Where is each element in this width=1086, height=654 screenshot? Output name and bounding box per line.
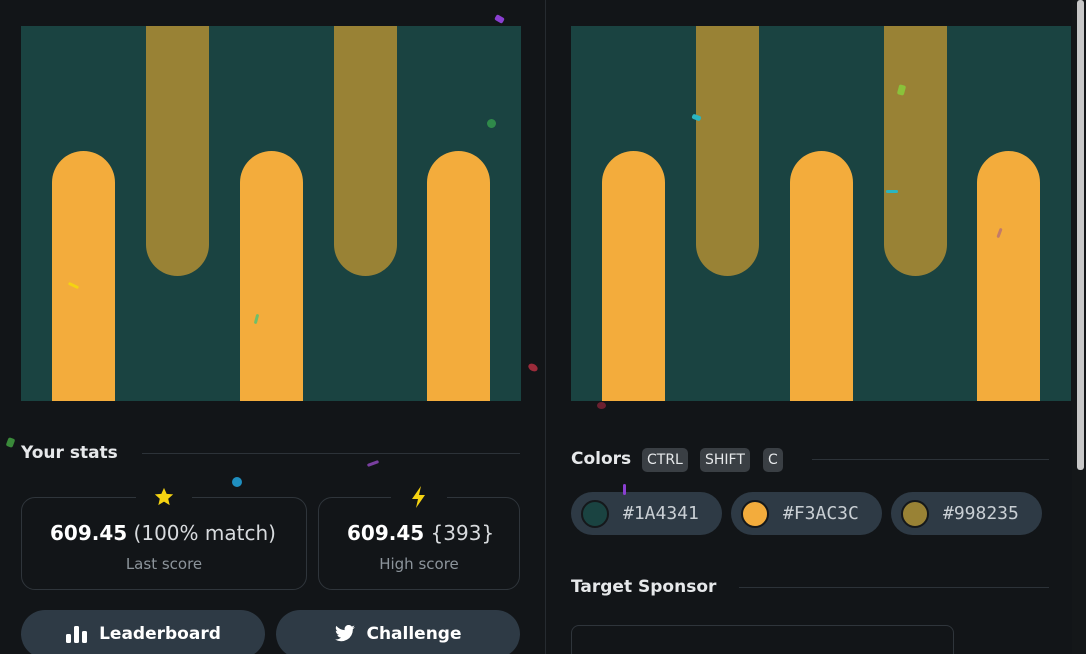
scrollbar-thumb[interactable] xyxy=(1077,0,1084,470)
orange-pill-shape xyxy=(240,151,303,401)
leaderboard-label: Leaderboard xyxy=(99,624,221,644)
last-score-value: 609.45 (100% match) xyxy=(50,521,276,545)
colors-rule xyxy=(812,459,1049,460)
olive-pill-shape xyxy=(884,26,947,276)
stats-title: Your stats xyxy=(21,443,118,463)
swatch-dot xyxy=(901,499,929,528)
orange-pill-shape xyxy=(602,151,665,401)
challenge-button[interactable]: Challenge xyxy=(276,610,520,654)
orange-pill-shape xyxy=(790,151,853,401)
color-swatch-3[interactable]: #998235 xyxy=(891,492,1042,535)
high-score-extra: {393} xyxy=(430,521,495,545)
star-icon xyxy=(136,484,192,510)
lightning-icon xyxy=(391,484,447,510)
orange-pill-shape xyxy=(977,151,1040,401)
confetti-piece xyxy=(886,190,898,193)
color-swatch-1[interactable]: #1A4341 xyxy=(571,492,722,535)
sponsor-rule xyxy=(739,587,1049,588)
confetti-piece xyxy=(5,437,16,448)
swatch-dot xyxy=(741,499,769,528)
orange-pill-shape xyxy=(427,151,490,401)
sponsor-logo-box[interactable] xyxy=(571,625,954,654)
swatch-hex: #998235 xyxy=(943,503,1019,524)
confetti-piece xyxy=(597,402,606,409)
swatch-hex: #F3AC3C xyxy=(783,503,859,524)
last-score-match: (100% match) xyxy=(133,521,276,545)
high-score-value: 609.45 {393} xyxy=(347,521,494,545)
orange-pill-shape xyxy=(52,151,115,401)
last-score-label: Last score xyxy=(125,555,203,573)
target-canvas xyxy=(571,26,1071,401)
olive-pill-shape xyxy=(696,26,759,276)
kbd-ctrl: CTRL xyxy=(642,448,688,472)
last-score-number: 609.45 xyxy=(50,521,128,545)
kbd-c: C xyxy=(763,448,783,472)
sponsor-title: Target Sponsor xyxy=(571,577,717,597)
panel-divider xyxy=(545,0,546,654)
confetti-piece xyxy=(487,119,496,128)
confetti-piece xyxy=(366,460,380,467)
challenge-label: Challenge xyxy=(366,624,462,644)
swatch-dot xyxy=(581,499,609,528)
twitter-icon xyxy=(335,625,356,642)
bar-chart-icon xyxy=(66,626,88,643)
stats-rule xyxy=(142,453,520,454)
confetti-piece xyxy=(232,477,242,487)
swatch-hex: #1A4341 xyxy=(623,503,699,524)
your-drawing-canvas xyxy=(21,26,521,401)
confetti-piece xyxy=(494,14,505,24)
color-swatch-2[interactable]: #F3AC3C xyxy=(731,492,882,535)
confetti-piece xyxy=(623,484,626,495)
confetti-piece xyxy=(526,361,540,374)
high-score-number: 609.45 xyxy=(347,521,425,545)
kbd-shift: SHIFT xyxy=(700,448,750,472)
leaderboard-button[interactable]: Leaderboard xyxy=(21,610,265,654)
olive-pill-shape xyxy=(334,26,397,276)
olive-pill-shape xyxy=(146,26,209,276)
high-score-label: High score xyxy=(379,555,459,573)
colors-title: Colors xyxy=(571,449,632,469)
